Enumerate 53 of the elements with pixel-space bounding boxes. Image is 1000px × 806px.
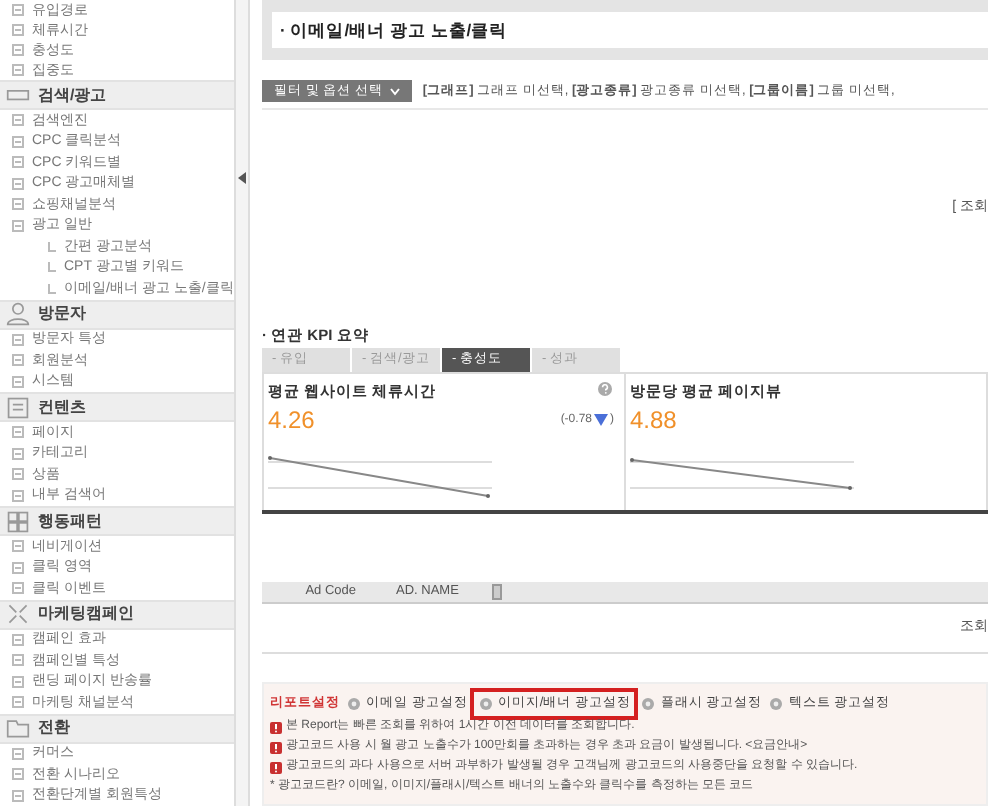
square-icon (12, 354, 24, 367)
section-title: 방문자 (38, 302, 86, 326)
user-icon (6, 302, 30, 326)
down-triangle-icon (594, 414, 608, 426)
square-icon (12, 4, 24, 16)
square-icon (12, 198, 24, 211)
square-icon (12, 789, 24, 802)
square-icon (12, 156, 24, 169)
square-icon (12, 219, 24, 232)
sidebar-toggle-bar[interactable] (236, 0, 250, 806)
square-icon (12, 633, 24, 646)
section-title: 전환 (38, 716, 70, 740)
warning-icon (270, 721, 282, 733)
square-icon (12, 333, 24, 346)
square-icon (12, 135, 24, 148)
square-icon (12, 768, 24, 781)
square-icon (12, 426, 24, 439)
square-icon (12, 447, 24, 460)
section-title: 컨텐츠 (38, 395, 86, 419)
help-icon[interactable] (598, 381, 612, 396)
gear-icon (640, 696, 657, 713)
folder-icon (6, 716, 30, 740)
square-icon (12, 24, 24, 36)
kpi-value: 4.26 (268, 404, 315, 438)
square-icon (12, 468, 24, 481)
square-icon (12, 375, 24, 388)
square-icon (12, 654, 24, 667)
square-icon (12, 64, 24, 76)
square-icon (12, 489, 24, 502)
square-icon (12, 675, 24, 688)
square-icon (12, 540, 24, 553)
kpi-value: 4.88 (630, 404, 677, 438)
section-title: 마케팅캠페인 (38, 602, 134, 626)
section-title: 검색/광고 (38, 83, 107, 107)
chevron-down-icon (390, 87, 401, 95)
square-icon (12, 582, 24, 595)
warning-icon (270, 761, 282, 773)
warning-icon (270, 741, 282, 753)
section-title: 행동패턴 (38, 509, 102, 533)
document-icon (6, 395, 30, 419)
square-icon (12, 177, 24, 190)
sort-icon[interactable] (492, 583, 502, 600)
square-icon (12, 44, 24, 56)
square-icon (12, 696, 24, 709)
collapse-arrow-icon[interactable] (238, 172, 246, 184)
grid-icon (6, 509, 30, 533)
page-title: · 이메일/배너 광고 노출/클릭 (280, 17, 508, 43)
square-icon (12, 561, 24, 574)
gear-icon (346, 696, 362, 713)
square-icon (12, 114, 24, 127)
gear-icon (477, 696, 494, 713)
gear-icon (768, 696, 785, 713)
square-icon (12, 747, 24, 760)
